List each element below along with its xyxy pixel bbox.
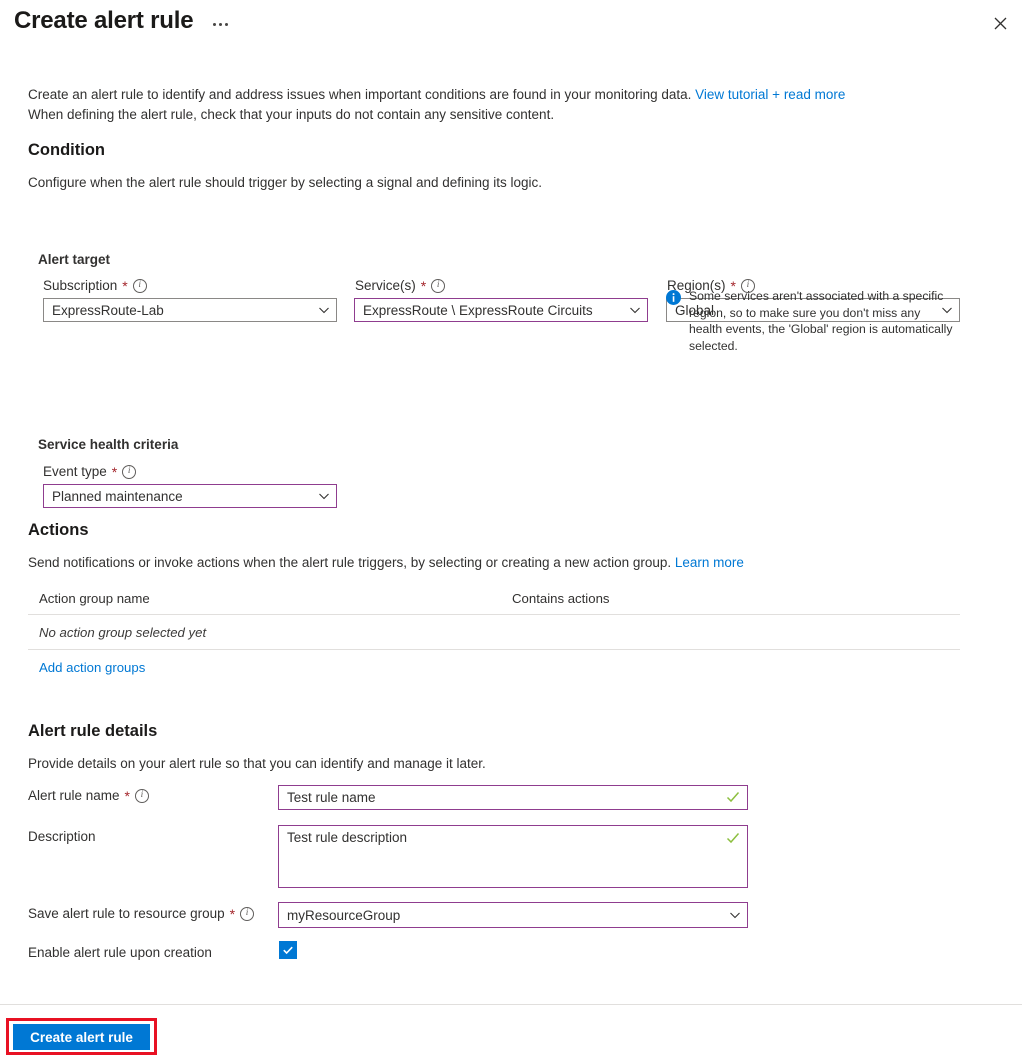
blade-footer: Create alert rule (0, 1004, 1022, 1056)
resource-group-dropdown[interactable]: myResourceGroup (278, 902, 748, 928)
intro-line2: When defining the alert rule, check that… (28, 107, 555, 122)
description-label-text: Description (28, 829, 96, 844)
chevron-down-icon (629, 304, 641, 316)
blade-content: Create an alert rule to identify and add… (0, 52, 1022, 1004)
actions-heading: Actions (28, 521, 89, 539)
alert-target-heading: Alert target (38, 252, 111, 267)
intro-text: Create an alert rule to identify and add… (28, 85, 928, 125)
intro-line1-prefix: Create an alert rule to identify and add… (28, 87, 696, 102)
resource-group-info-icon[interactable]: i (240, 906, 255, 921)
resource-group-value: myResourceGroup (287, 907, 401, 923)
enable-alert-rule-label: Enable alert rule upon creation (28, 945, 212, 960)
subscription-label-text: Subscription (43, 278, 118, 293)
subscription-required-asterisk: * (122, 277, 128, 294)
services-value: ExpressRoute \ ExpressRoute Circuits (363, 302, 593, 318)
services-label: Service(s) * i (355, 277, 446, 294)
condition-heading: Condition (28, 141, 105, 159)
page-title: Create alert rule (14, 7, 194, 34)
close-icon (994, 17, 1006, 29)
services-label-text: Service(s) (355, 278, 416, 293)
add-action-groups-link[interactable]: Add action groups (39, 660, 145, 675)
check-icon (283, 946, 293, 955)
subscription-label: Subscription * i (43, 278, 147, 293)
services-info-icon[interactable]: i (431, 278, 446, 293)
alert-rule-name-label: Alert rule name * i (28, 788, 149, 803)
region-info-text: Some services aren't associated with a s… (689, 289, 953, 353)
resource-group-label: Save alert rule to resource group * i (28, 905, 255, 922)
column-header-action-group-name: Action group name (39, 591, 150, 606)
table-header-row: Action group name Contains actions (28, 587, 960, 614)
subscription-value: ExpressRoute-Lab (52, 302, 164, 318)
ellipsis-dot-1 (212, 22, 216, 26)
actions-description-text: Send notifications or invoke actions whe… (28, 555, 675, 570)
column-header-contains-actions: Contains actions (512, 591, 610, 606)
region-info-callout: Some services aren't associated with a s… (666, 288, 956, 354)
empty-state-text: No action group selected yet (39, 624, 207, 640)
alert-rule-name-label-text: Alert rule name (28, 788, 120, 803)
blade-header: Create alert rule (0, 0, 1022, 52)
ellipsis-dot-3 (224, 22, 228, 26)
more-options-icon[interactable] (208, 12, 232, 36)
chevron-down-icon (318, 490, 330, 502)
event-type-dropdown[interactable]: Planned maintenance (43, 484, 337, 508)
event-type-label-text: Event type (43, 464, 107, 479)
description-label: Description (28, 829, 96, 844)
create-alert-rule-button[interactable]: Create alert rule (13, 1024, 150, 1050)
ellipsis-dot-2 (218, 22, 222, 26)
actions-learn-more-link[interactable]: Learn more (675, 555, 744, 570)
view-tutorial-link[interactable]: View tutorial + read more (695, 87, 845, 102)
chevron-down-icon (318, 304, 330, 316)
close-blade-button[interactable] (984, 7, 1016, 39)
chevron-down-icon (729, 909, 741, 921)
enable-alert-rule-checkbox[interactable] (279, 941, 297, 959)
alert-rule-details-heading: Alert rule details (28, 722, 158, 740)
alert-rule-details-description: Provide details on your alert rule so th… (28, 756, 486, 771)
subscription-dropdown[interactable]: ExpressRoute-Lab (43, 298, 337, 322)
event-type-required-asterisk: * (111, 463, 118, 480)
enable-alert-rule-label-text: Enable alert rule upon creation (28, 945, 212, 960)
event-type-info-icon[interactable]: i (122, 464, 137, 479)
alert-rule-name-input[interactable] (278, 785, 748, 810)
action-groups-table: Action group name Contains actions No ac… (28, 587, 960, 675)
description-textarea[interactable] (278, 825, 748, 888)
alert-rule-name-info-icon[interactable]: i (135, 788, 149, 803)
event-type-label: Event type * i (43, 463, 137, 480)
event-type-value: Planned maintenance (52, 488, 183, 504)
table-row: No action group selected yet (28, 615, 960, 649)
resource-group-label-text: Save alert rule to resource group (28, 906, 225, 921)
subscription-info-icon[interactable]: i (132, 278, 147, 293)
services-required-asterisk: * (420, 277, 427, 294)
services-dropdown[interactable]: ExpressRoute \ ExpressRoute Circuits (354, 298, 648, 322)
alert-rule-name-required-asterisk: * (124, 787, 130, 804)
service-health-criteria-heading: Service health criteria (38, 437, 179, 452)
info-circle-icon (666, 290, 681, 305)
add-action-groups-row: Add action groups (28, 650, 960, 675)
resource-group-required-asterisk: * (229, 905, 236, 922)
condition-description: Configure when the alert rule should tri… (28, 175, 543, 190)
actions-description: Send notifications or invoke actions whe… (28, 553, 958, 572)
